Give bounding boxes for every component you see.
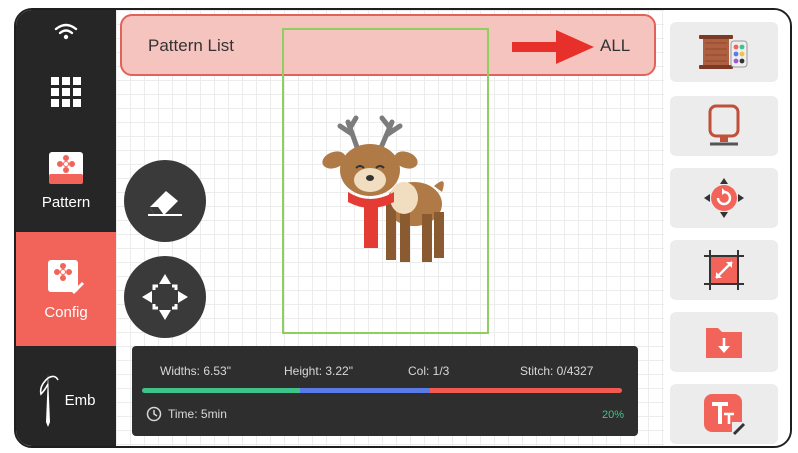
eraser-button[interactable] xyxy=(124,160,206,242)
progress-segment-green xyxy=(142,388,301,393)
arrow-right-icon xyxy=(512,30,594,64)
hoop-button[interactable] xyxy=(670,96,778,156)
flower-card-pen-icon xyxy=(48,259,84,294)
width-readout: Widths: 6.53" xyxy=(160,364,231,378)
thread-color-button[interactable] xyxy=(670,22,778,82)
folder-download-icon xyxy=(706,328,742,358)
height-readout: Height: 3.22" xyxy=(284,364,353,378)
progress-percent: 20% xyxy=(601,409,624,421)
device-screen: Pattern Config Emb Pattern List ALL Widt… xyxy=(14,8,792,448)
banner-title: Pattern List xyxy=(148,36,234,55)
progress-bar xyxy=(142,388,622,393)
eraser-icon xyxy=(148,191,182,216)
sidebar: Pattern Config Emb xyxy=(16,10,116,446)
progress-segment-blue xyxy=(300,388,430,393)
needle-thread-icon xyxy=(39,374,59,427)
progress-segment-red xyxy=(429,388,622,393)
text-edit-icon xyxy=(704,394,746,436)
design-canvas[interactable]: Pattern List ALL Widths: 6.53" Height: 3… xyxy=(116,10,664,446)
flower-card-icon xyxy=(49,151,83,184)
time-text: Time: 5min xyxy=(168,407,227,421)
tool-panel xyxy=(664,10,790,446)
rotate-icon xyxy=(704,178,744,218)
sidebar-item-pattern[interactable]: Pattern xyxy=(16,130,116,230)
color-readout: Col: 1/3 xyxy=(408,364,450,378)
stitch-readout: Stitch: 0/4327 xyxy=(520,364,594,378)
sidebar-item-label: Pattern xyxy=(41,193,91,211)
text-edit-button[interactable] xyxy=(670,384,778,444)
rotate-button[interactable] xyxy=(670,168,778,228)
resize-button[interactable] xyxy=(670,240,778,300)
sidebar-item-label: Emb xyxy=(64,391,96,409)
import-button[interactable] xyxy=(670,312,778,372)
wifi-icon xyxy=(54,23,78,40)
stitch-info-panel: Widths: 6.53" Height: 3.22" Col: 1/3 Sti… xyxy=(132,346,638,436)
time-readout: Time: 5min xyxy=(146,406,227,422)
clock-icon xyxy=(146,406,162,422)
hoop-frame-icon xyxy=(708,104,740,146)
menu-button[interactable] xyxy=(16,62,116,122)
move-button[interactable] xyxy=(124,256,206,338)
resize-icon xyxy=(704,250,744,290)
move-arrows-icon xyxy=(142,274,188,320)
grid-menu-icon xyxy=(51,77,81,107)
reindeer-design-icon[interactable] xyxy=(322,114,452,274)
wifi-status xyxy=(16,10,116,54)
thread-spool-palette-icon xyxy=(699,35,748,69)
sidebar-item-label: Config xyxy=(44,303,88,321)
sidebar-item-emb[interactable]: Emb xyxy=(16,350,116,446)
sidebar-item-config[interactable]: Config xyxy=(16,232,116,346)
all-patterns-link[interactable]: ALL xyxy=(600,36,630,56)
